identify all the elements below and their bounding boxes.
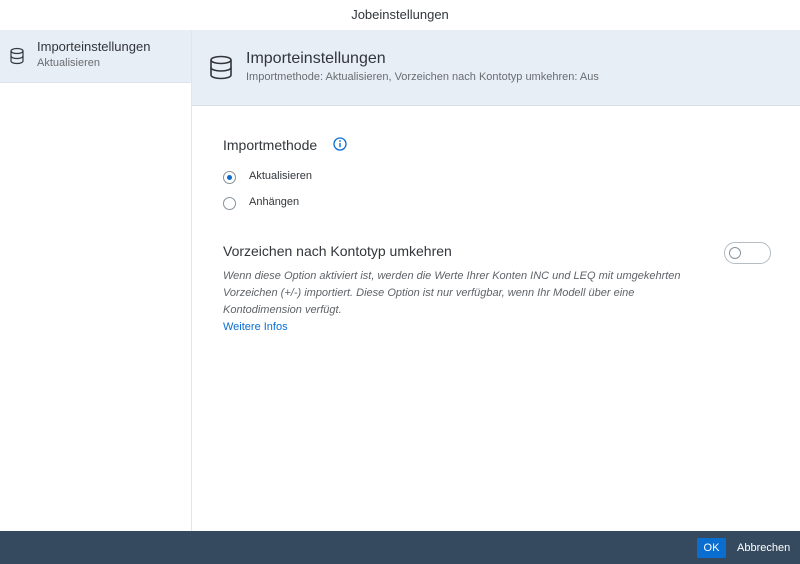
- settings-form: Importmethode Aktualisieren Anhängen Vor…: [192, 106, 800, 531]
- import-method-title: Importmethode: [223, 137, 318, 153]
- radio-button[interactable]: [223, 197, 236, 210]
- info-icon[interactable]: [333, 137, 347, 151]
- sidebar-item-import-settings[interactable]: Importeinstellungen Aktualisieren: [0, 30, 191, 83]
- reverse-sign-description: Wenn diese Option aktiviert ist, werden …: [223, 270, 681, 316]
- toggle-knob: [729, 247, 741, 259]
- reverse-sign-title: Vorzeichen nach Kontotyp umkehren: [223, 243, 452, 259]
- database-icon: [9, 47, 25, 65]
- ok-button[interactable]: OK: [697, 538, 726, 558]
- sidebar: Importeinstellungen Aktualisieren: [0, 30, 192, 531]
- page-title: Importeinstellungen: [246, 50, 386, 67]
- reverse-sign-toggle[interactable]: [724, 242, 771, 264]
- page-subtitle: Importmethode: Aktualisieren, Vorzeichen…: [246, 71, 599, 83]
- database-icon: [209, 55, 233, 81]
- radio-button-selected[interactable]: [223, 171, 236, 184]
- sidebar-item-sublabel: Aktualisieren: [37, 57, 100, 69]
- sidebar-item-label: Importeinstellungen: [37, 39, 151, 54]
- radio-append-label: Anhängen: [249, 196, 300, 208]
- dialog-title: Jobeinstellungen: [0, 0, 800, 30]
- section-header: Importeinstellungen Importmethode: Aktua…: [192, 30, 800, 106]
- dialog-footer: OK Abbrechen: [0, 531, 800, 564]
- more-info-link[interactable]: Weitere Infos: [223, 321, 288, 333]
- radio-update-label: Aktualisieren: [249, 170, 312, 182]
- cancel-button[interactable]: Abbrechen: [733, 538, 794, 558]
